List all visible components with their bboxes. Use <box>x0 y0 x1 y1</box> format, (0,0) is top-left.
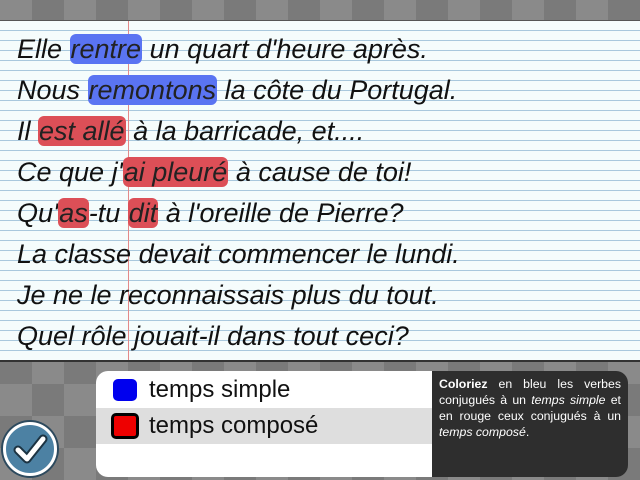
verb-highlight-blue[interactable]: remontons <box>87 75 218 105</box>
sentence-text[interactable]: Je ne le reconnaissais plus du tout. <box>17 280 439 310</box>
sentence-text[interactable]: Ce que j' <box>17 157 123 187</box>
sentence-line: La classe devait commencer le lundi. <box>17 234 460 275</box>
sentence-line: Qu'as-tu dit à l'oreille de Pierre? <box>17 193 460 234</box>
sentence-line: Il est allé à la barricade, et.... <box>17 111 460 152</box>
verb-highlight-red[interactable]: dit <box>127 198 159 228</box>
instructions-italic-2: temps composé <box>439 425 526 439</box>
check-button[interactable] <box>3 422 57 476</box>
legend-temps-simple[interactable]: temps simple <box>96 372 432 408</box>
sentence-text[interactable]: à l'oreille de Pierre? <box>158 198 404 228</box>
sentence-text[interactable]: à la barricade, et.... <box>126 116 364 146</box>
legend-compose-label: temps composé <box>149 412 319 439</box>
sentence-text[interactable]: la côte du Portugal. <box>217 75 458 105</box>
instructions-text-3: . <box>525 425 530 439</box>
sentence-line: Ce que j'ai pleuré à cause de toi! <box>17 152 460 193</box>
sentence-line: Elle rentre un quart d'heure après. <box>17 29 460 70</box>
sentence-text[interactable]: Nous <box>17 75 88 105</box>
sentence-text[interactable]: Qu' <box>17 198 58 228</box>
verb-highlight-red[interactable]: ai pleuré <box>122 157 229 187</box>
blue-swatch[interactable] <box>113 379 137 401</box>
legend-simple-label: temps simple <box>149 376 291 403</box>
sentence-line: Nous remontons la côte du Portugal. <box>17 70 460 111</box>
checkmark-icon <box>13 434 48 464</box>
exercise-paper: Elle rentre un quart d'heure après. Nous … <box>0 20 640 362</box>
verb-highlight-blue[interactable]: rentre <box>69 34 143 64</box>
sentence-text[interactable]: Elle <box>17 34 70 64</box>
instructions-bold: Coloriez <box>439 377 488 391</box>
sentence-text[interactable]: La classe devait commencer le lundi. <box>17 239 460 269</box>
legend-temps-compose[interactable]: temps composé <box>96 408 432 444</box>
sentence-line: Je ne le reconnaissais plus du tout. <box>17 275 460 316</box>
instructions-panel: Coloriez en bleu les verbes conjugués à … <box>432 371 628 477</box>
sentence-text[interactable]: à cause de toi! <box>228 157 412 187</box>
verb-highlight-red[interactable]: est allé <box>38 116 126 146</box>
instructions-italic-1: temps simple <box>531 393 606 407</box>
sentence-list: Elle rentre un quart d'heure après. Nous … <box>17 29 460 357</box>
sentence-line: Quel rôle jouait-il dans tout ceci? <box>17 316 460 357</box>
sentence-text[interactable]: -tu <box>89 198 128 228</box>
sentence-text[interactable]: un quart d'heure après. <box>142 34 428 64</box>
verb-highlight-red[interactable]: as <box>58 198 89 228</box>
legend-panel: temps simple temps composé <box>96 371 432 477</box>
red-swatch[interactable] <box>111 413 139 439</box>
sentence-text[interactable]: Quel rôle jouait-il dans tout ceci? <box>17 321 409 351</box>
sentence-text[interactable]: Il <box>17 116 38 146</box>
